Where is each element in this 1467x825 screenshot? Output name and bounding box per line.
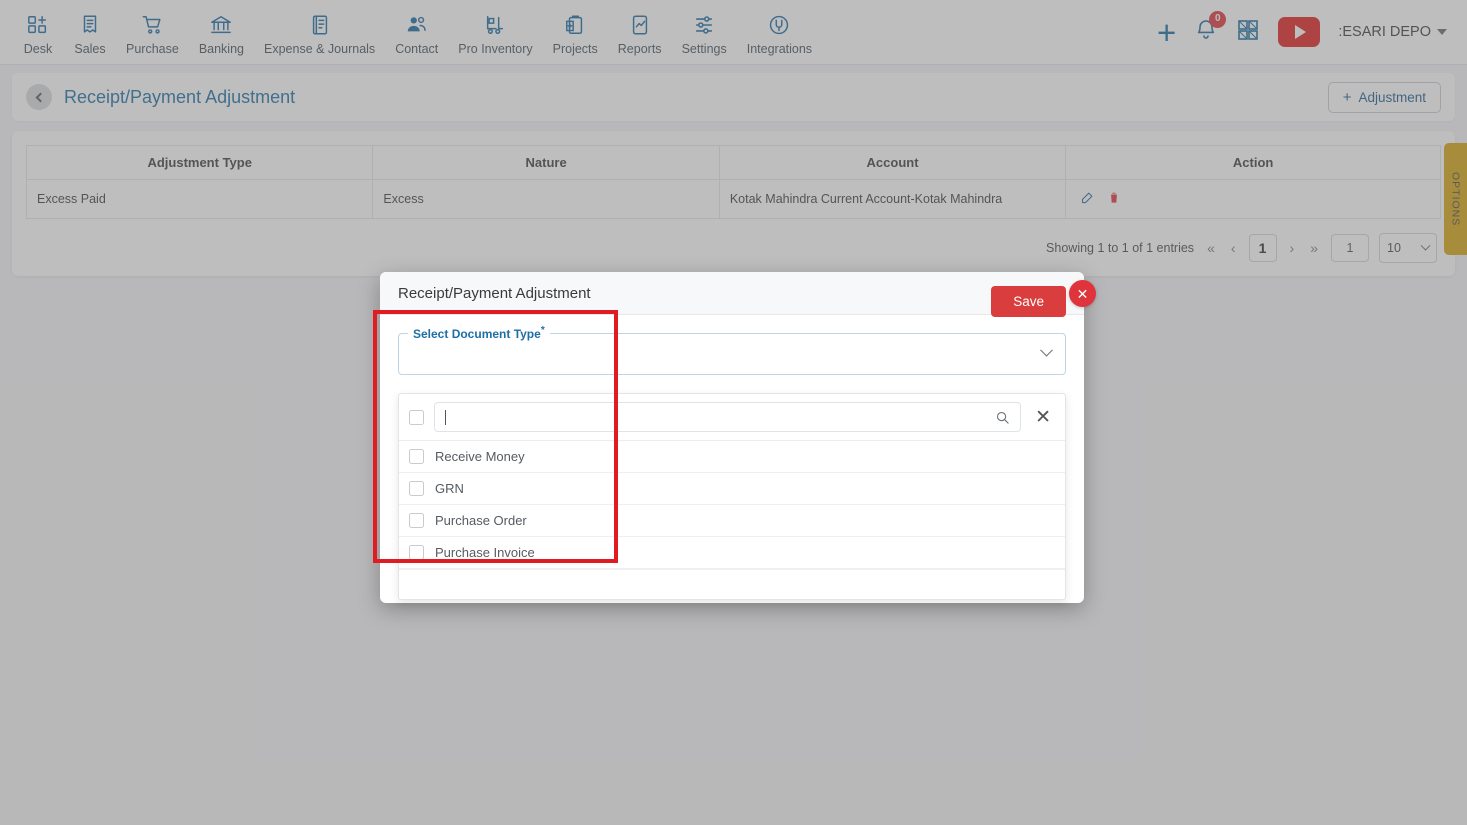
option-label: Purchase Order bbox=[435, 513, 527, 528]
dropdown-scroll-tail bbox=[399, 569, 1065, 599]
option-label: GRN bbox=[435, 481, 464, 496]
receipt-payment-adjustment-modal: Receipt/Payment Adjustment ✕ Select Docu… bbox=[380, 272, 1096, 603]
dropdown-search-row: ✕ bbox=[399, 394, 1065, 441]
required-asterisk: * bbox=[540, 325, 545, 336]
close-icon[interactable]: ✕ bbox=[1069, 280, 1096, 307]
modal-title: Receipt/Payment Adjustment bbox=[398, 284, 591, 302]
option-label: Purchase Invoice bbox=[435, 545, 535, 560]
dropdown-option-purchase-order[interactable]: Purchase Order bbox=[399, 505, 1065, 537]
text-cursor bbox=[445, 409, 446, 425]
modal-header: Receipt/Payment Adjustment ✕ bbox=[380, 272, 1096, 315]
option-checkbox[interactable] bbox=[409, 545, 424, 560]
option-checkbox[interactable] bbox=[409, 481, 424, 496]
dropdown-option-grn[interactable]: GRN bbox=[399, 473, 1065, 505]
select-all-checkbox[interactable] bbox=[409, 409, 424, 425]
chevron-down-icon bbox=[1040, 343, 1053, 357]
dropdown-search-input[interactable] bbox=[434, 402, 1022, 432]
document-type-field: Select Document Type* bbox=[398, 325, 1066, 375]
search-icon bbox=[995, 410, 1010, 425]
document-type-dropdown-panel: ✕ Receive Money GRN Purchase Order Purch… bbox=[398, 393, 1066, 600]
dropdown-option-purchase-invoice[interactable]: Purchase Invoice bbox=[399, 537, 1065, 569]
dropdown-clear-button[interactable]: ✕ bbox=[1031, 408, 1055, 427]
modal-body: Select Document Type* ✕ Receive Money GR… bbox=[380, 286, 1084, 600]
dropdown-option-receive-money[interactable]: Receive Money bbox=[399, 441, 1065, 473]
option-checkbox[interactable] bbox=[409, 513, 424, 528]
option-label: Receive Money bbox=[435, 449, 525, 464]
document-type-label-text: Select Document Type bbox=[413, 327, 541, 341]
document-type-label: Select Document Type* bbox=[408, 325, 550, 341]
option-checkbox[interactable] bbox=[409, 449, 424, 464]
modal-footer: Save bbox=[991, 286, 1066, 317]
save-button[interactable]: Save bbox=[991, 286, 1066, 317]
